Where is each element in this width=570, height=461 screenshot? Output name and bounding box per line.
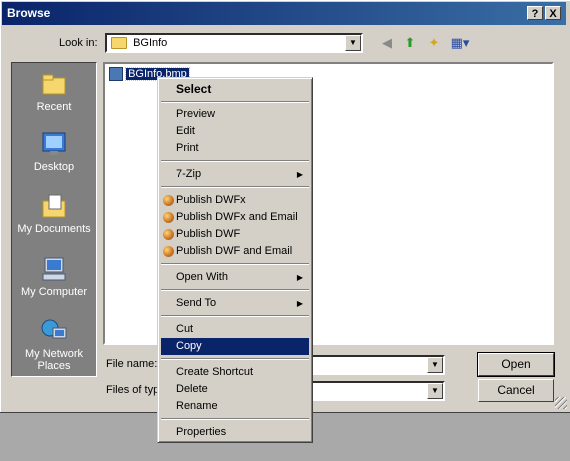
menu-item-label: Publish DWFx	[176, 194, 246, 206]
menu-item-publish-dwfx-email[interactable]: Publish DWFx and Email	[161, 209, 309, 226]
menu-separator	[161, 358, 309, 360]
look-in-value: BGInfo	[133, 37, 168, 49]
place-label: Desktop	[33, 161, 75, 173]
file-name-label: File name:	[106, 358, 158, 370]
files-of-type-combo[interactable]: ▼	[300, 381, 445, 401]
menu-item-label: Open With	[176, 271, 228, 283]
menu-item-publish-dwf[interactable]: Publish DWF	[161, 226, 309, 243]
look-in-label: Look in:	[59, 37, 98, 49]
menu-item-label: Publish DWF and Email	[176, 245, 293, 257]
help-button[interactable]: ?	[527, 6, 543, 20]
dwf-globe-icon	[163, 212, 174, 223]
place-recent[interactable]: Recent	[12, 71, 96, 113]
title-bar[interactable]: Browse ? X	[2, 2, 566, 25]
menu-item-label: Publish DWF	[176, 228, 241, 240]
resize-grip[interactable]	[555, 397, 567, 409]
new-folder-icon[interactable]: ✦	[425, 34, 443, 52]
menu-item-print[interactable]: Print	[161, 140, 309, 157]
my-documents-icon	[40, 193, 68, 219]
up-one-level-icon[interactable]: ⬆	[401, 34, 419, 52]
place-label: My Computer	[20, 286, 88, 298]
menu-item-publish-dwfx[interactable]: Publish DWFx	[161, 192, 309, 209]
desktop-icon	[40, 131, 68, 157]
close-button[interactable]: X	[545, 6, 561, 20]
window-title: Browse	[7, 6, 51, 20]
place-my-computer[interactable]: My Computer	[12, 256, 96, 298]
context-menu: Select Preview Edit Print 7-Zip ▶ Publis…	[157, 77, 313, 443]
bitmap-file-icon	[109, 67, 123, 81]
menu-item-7zip[interactable]: 7-Zip ▶	[161, 166, 309, 183]
place-label: My Network Places	[24, 348, 84, 372]
submenu-arrow-icon: ▶	[296, 170, 303, 179]
menu-item-delete[interactable]: Delete	[161, 381, 309, 398]
menu-item-select[interactable]: Select	[161, 81, 309, 98]
menu-item-label: Publish DWFx and Email	[176, 211, 298, 223]
menu-item-send-to[interactable]: Send To ▶	[161, 295, 309, 312]
menu-item-label: 7-Zip	[176, 168, 202, 180]
menu-item-open-with[interactable]: Open With ▶	[161, 269, 309, 286]
menu-separator	[161, 101, 309, 103]
file-name-combo[interactable]: ▼	[300, 355, 445, 375]
place-network[interactable]: My Network Places	[12, 318, 96, 372]
menu-item-rename[interactable]: Rename	[161, 398, 309, 415]
recent-folder-icon	[40, 71, 68, 97]
menu-item-publish-dwf-email[interactable]: Publish DWF and Email	[161, 243, 309, 260]
place-label: Recent	[36, 101, 72, 113]
menu-separator	[161, 263, 309, 265]
look-in-dropdown-arrow[interactable]: ▼	[345, 35, 361, 51]
menu-item-edit[interactable]: Edit	[161, 123, 309, 140]
place-my-documents[interactable]: My Documents	[12, 193, 96, 235]
menu-separator	[161, 160, 309, 162]
dwf-globe-icon	[163, 246, 174, 257]
menu-item-properties[interactable]: Properties	[161, 424, 309, 441]
menu-item-create-shortcut[interactable]: Create Shortcut	[161, 364, 309, 381]
menu-item-preview[interactable]: Preview	[161, 106, 309, 123]
submenu-arrow-icon: ▶	[296, 273, 303, 282]
cancel-button[interactable]: Cancel	[478, 379, 554, 402]
menu-item-cut[interactable]: Cut	[161, 321, 309, 338]
files-of-type-label: Files of typ	[106, 384, 160, 396]
network-places-icon	[40, 318, 68, 344]
my-computer-icon	[40, 256, 68, 282]
menu-item-label: Send To	[176, 297, 217, 309]
open-button[interactable]: Open	[477, 352, 555, 377]
look-in-combo[interactable]: BGInfo ▼	[105, 33, 363, 53]
back-icon[interactable]: ◀	[378, 34, 396, 52]
submenu-arrow-icon: ▶	[296, 299, 303, 308]
places-bar: Recent Desktop My Documents My Computer …	[11, 62, 97, 377]
menu-separator	[161, 418, 309, 420]
folder-icon	[111, 37, 127, 50]
view-menu-icon[interactable]: ▦▾	[449, 34, 471, 52]
file-name-dropdown-arrow[interactable]: ▼	[427, 357, 443, 373]
dwf-globe-icon	[163, 195, 174, 206]
place-desktop[interactable]: Desktop	[12, 131, 96, 173]
menu-separator	[161, 315, 309, 317]
menu-item-copy[interactable]: Copy	[161, 338, 309, 355]
files-of-type-dropdown-arrow[interactable]: ▼	[427, 383, 443, 399]
place-label: My Documents	[17, 223, 91, 235]
menu-separator	[161, 186, 309, 188]
menu-separator	[161, 289, 309, 291]
dwf-globe-icon	[163, 229, 174, 240]
